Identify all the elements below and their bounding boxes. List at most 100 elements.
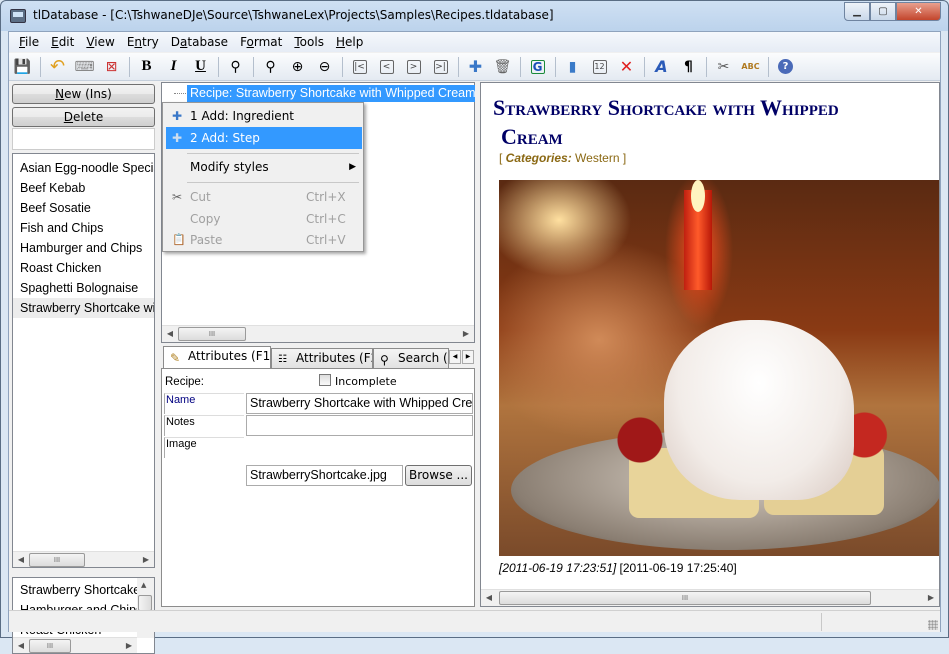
entry-list[interactable]: Asian Egg-noodle Special Beef Kebab Beef… xyxy=(12,153,155,568)
entry-list-hscrollbar[interactable]: ◀ III ▶ xyxy=(13,551,154,567)
list-item[interactable]: Beef Kebab xyxy=(13,178,154,198)
next-entry-button[interactable]: > xyxy=(402,56,425,78)
chart-icon[interactable]: ▮ xyxy=(561,56,584,78)
menu-item-add-step[interactable]: ✚ 2 Add: Step xyxy=(166,127,362,149)
pilcrow-icon[interactable]: ¶ xyxy=(677,56,700,78)
scroll-thumb[interactable]: III xyxy=(29,639,71,653)
help-button[interactable]: ? xyxy=(774,56,797,78)
list-item[interactable]: Hamburger and Chips xyxy=(13,238,154,258)
history-hscrollbar[interactable]: ◀ III ▶ xyxy=(13,637,137,653)
notes-field[interactable] xyxy=(246,415,473,436)
list-item[interactable]: Fish and Chips xyxy=(13,218,154,238)
list-item[interactable]: Beef Sosatie xyxy=(13,198,154,218)
entry-preview: Strawberry Shortcake with Whipped Cream … xyxy=(480,82,940,607)
google-button[interactable]: G xyxy=(526,56,549,78)
tab-search[interactable]: ⚲Search (F3) xyxy=(373,348,449,368)
font-icon[interactable]: A xyxy=(650,56,673,78)
incomplete-checkbox[interactable] xyxy=(319,374,331,386)
preview-categories: [ Categories: Western ] xyxy=(499,151,627,165)
prev-entry-button[interactable]: < xyxy=(375,56,398,78)
scroll-thumb[interactable]: III xyxy=(178,327,246,341)
menu-item-add-ingredient[interactable]: ✚ 1 Add: Ingredient xyxy=(166,105,362,127)
scroll-right-icon[interactable]: ▶ xyxy=(138,552,154,567)
bold-icon[interactable]: B xyxy=(135,56,158,78)
trash-icon[interactable]: 🗑 xyxy=(491,56,514,78)
client-area: File Edit View Entry Database Format Too… xyxy=(8,31,941,654)
spellcheck-icon[interactable]: ABC xyxy=(739,56,762,78)
menu-item-cut[interactable]: ✂ Cut Ctrl+X xyxy=(166,186,362,208)
menu-edit[interactable]: Edit xyxy=(45,35,80,49)
minimize-button[interactable]: ▁ xyxy=(844,2,870,21)
list-item[interactable]: Asian Egg-noodle Special xyxy=(13,158,154,178)
scroll-right-icon[interactable]: ▶ xyxy=(458,326,474,342)
context-menu: ✚ 1 Add: Ingredient ✚ 2 Add: Step Modify s… xyxy=(162,102,364,252)
next-icon: > xyxy=(406,59,421,74)
app-window: tlDatabase - [C:\TshwaneDJe\Source\Tshwa… xyxy=(0,0,949,654)
tools-icon[interactable]: ✂ xyxy=(712,56,735,78)
maximize-button[interactable]: ▢ xyxy=(870,2,896,21)
menu-help[interactable]: Help xyxy=(330,35,369,49)
scroll-thumb[interactable]: III xyxy=(29,553,85,567)
preview-title-line1: Strawberry Shortcake with Whipped xyxy=(493,95,839,120)
keyboard-off-icon[interactable]: ⊠ xyxy=(100,56,123,78)
remove-icon[interactable]: ✕ xyxy=(615,56,638,78)
italic-icon[interactable]: I xyxy=(162,56,185,78)
scroll-thumb[interactable]: III xyxy=(499,591,871,605)
last-entry-button[interactable]: >| xyxy=(429,56,452,78)
tab-attributes-f2[interactable]: ☷Attributes (F2) xyxy=(271,348,373,368)
scroll-right-icon[interactable]: ▶ xyxy=(923,590,939,606)
attributes-grid-icon: ☷ xyxy=(278,354,287,365)
scroll-up-icon[interactable]: ▲ xyxy=(141,581,146,589)
binoculars-icon[interactable]: ⚲ xyxy=(224,56,247,78)
scroll-left-icon[interactable]: ◀ xyxy=(13,638,29,653)
status-bar xyxy=(9,610,940,632)
list-item[interactable]: Spaghetti Bolognaise xyxy=(13,278,154,298)
scroll-right-icon[interactable]: ▶ xyxy=(121,638,137,653)
menu-tools[interactable]: Tools xyxy=(288,35,330,49)
menu-entry[interactable]: Entry xyxy=(121,35,165,49)
first-entry-button[interactable]: |< xyxy=(348,56,371,78)
close-button[interactable]: ✕ xyxy=(896,2,941,21)
new-entry-button[interactable]: New (Ins) xyxy=(12,84,155,104)
image-field[interactable]: StrawberryShortcake.jpg xyxy=(246,465,403,486)
tab-attributes-f1[interactable]: ✎ Attributes (F1) xyxy=(163,346,271,368)
delete-entry-button[interactable]: Delete xyxy=(12,107,155,127)
scroll-left-icon[interactable]: ◀ xyxy=(162,326,178,342)
list-item-selected[interactable]: Strawberry Shortcake with Whipped Cream xyxy=(13,298,154,318)
history-item[interactable]: Strawberry Shortcake xyxy=(13,580,138,600)
first-icon: |< xyxy=(352,59,367,74)
zoom-icon[interactable]: ⚲ xyxy=(259,56,282,78)
name-field[interactable]: Strawberry Shortcake with Whipped Cream xyxy=(246,393,473,414)
scroll-left-icon[interactable]: ◀ xyxy=(13,552,29,567)
scroll-thumb[interactable] xyxy=(138,595,152,611)
tab-scroll-left-icon[interactable]: ◀ xyxy=(449,350,461,364)
underline-icon[interactable]: U xyxy=(189,56,212,78)
resize-grip[interactable] xyxy=(928,620,938,630)
menu-view[interactable]: View xyxy=(80,35,120,49)
keyboard-icon[interactable]: ⌨ xyxy=(73,56,96,78)
browse-button[interactable]: Browse ... xyxy=(405,465,472,486)
menu-bar: File Edit View Entry Database Format Too… xyxy=(9,32,940,52)
tree-hscrollbar[interactable]: ◀ III ▶ xyxy=(162,325,474,342)
tree-node-recipe[interactable]: Recipe: Strawberry Shortcake with Whippe… xyxy=(187,85,475,102)
menu-item-modify-styles[interactable]: Modify styles ▶ xyxy=(166,156,362,178)
save-icon[interactable]: 💾 xyxy=(11,56,34,78)
menu-database[interactable]: Database xyxy=(165,35,234,49)
menu-item-copy[interactable]: Copy Ctrl+C xyxy=(166,208,362,230)
google-icon: G xyxy=(530,59,545,74)
menu-item-paste[interactable]: 📋 Paste Ctrl+V xyxy=(166,230,362,250)
undo-icon[interactable]: ↶ xyxy=(46,56,69,78)
preview-hscrollbar[interactable]: ◀ III ▶ xyxy=(481,589,939,606)
zoom-in-icon[interactable]: ⊕ xyxy=(286,56,309,78)
zoom-out-icon[interactable]: ⊖ xyxy=(313,56,336,78)
menu-file[interactable]: File xyxy=(13,35,45,49)
toolbar-separator xyxy=(40,56,41,77)
calendar-button[interactable]: 12 xyxy=(588,56,611,78)
menu-separator xyxy=(187,182,359,183)
add-icon[interactable]: ✚ xyxy=(464,56,487,78)
tab-scroll-right-icon[interactable]: ▶ xyxy=(462,350,474,364)
filter-input[interactable] xyxy=(12,128,155,150)
menu-format[interactable]: Format xyxy=(234,35,288,49)
scroll-left-icon[interactable]: ◀ xyxy=(481,590,497,606)
list-item[interactable]: Roast Chicken xyxy=(13,258,154,278)
